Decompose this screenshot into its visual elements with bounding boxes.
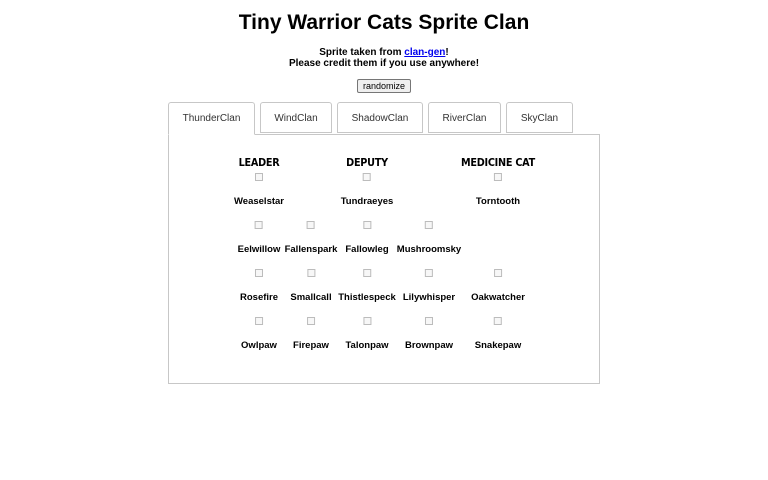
credit-suffix: !: [445, 47, 449, 58]
tab-riverclan[interactable]: RiverClan: [428, 102, 501, 133]
page-title: Tiny Warrior Cats Sprite Clan: [238, 11, 530, 34]
credit-prefix: Sprite taken from: [319, 47, 405, 58]
tab-windclan[interactable]: WindClan: [260, 102, 332, 133]
randomize-button[interactable]: randomize: [357, 79, 411, 93]
credit-line-1: Sprite taken from clan-gen!: [0, 47, 768, 58]
clan-panel: [168, 134, 600, 384]
credit-note: Sprite taken from clan-gen! Please credi…: [0, 47, 768, 69]
tab-shadowclan[interactable]: ShadowClan: [337, 102, 423, 133]
tab-skyclan[interactable]: SkyClan: [506, 102, 573, 133]
credit-line-2: Please credit them if you use anywhere!: [288, 58, 480, 69]
clan-gen-link[interactable]: clan-gen: [404, 47, 445, 58]
tab-thunderclan[interactable]: ThunderClan: [168, 102, 255, 135]
